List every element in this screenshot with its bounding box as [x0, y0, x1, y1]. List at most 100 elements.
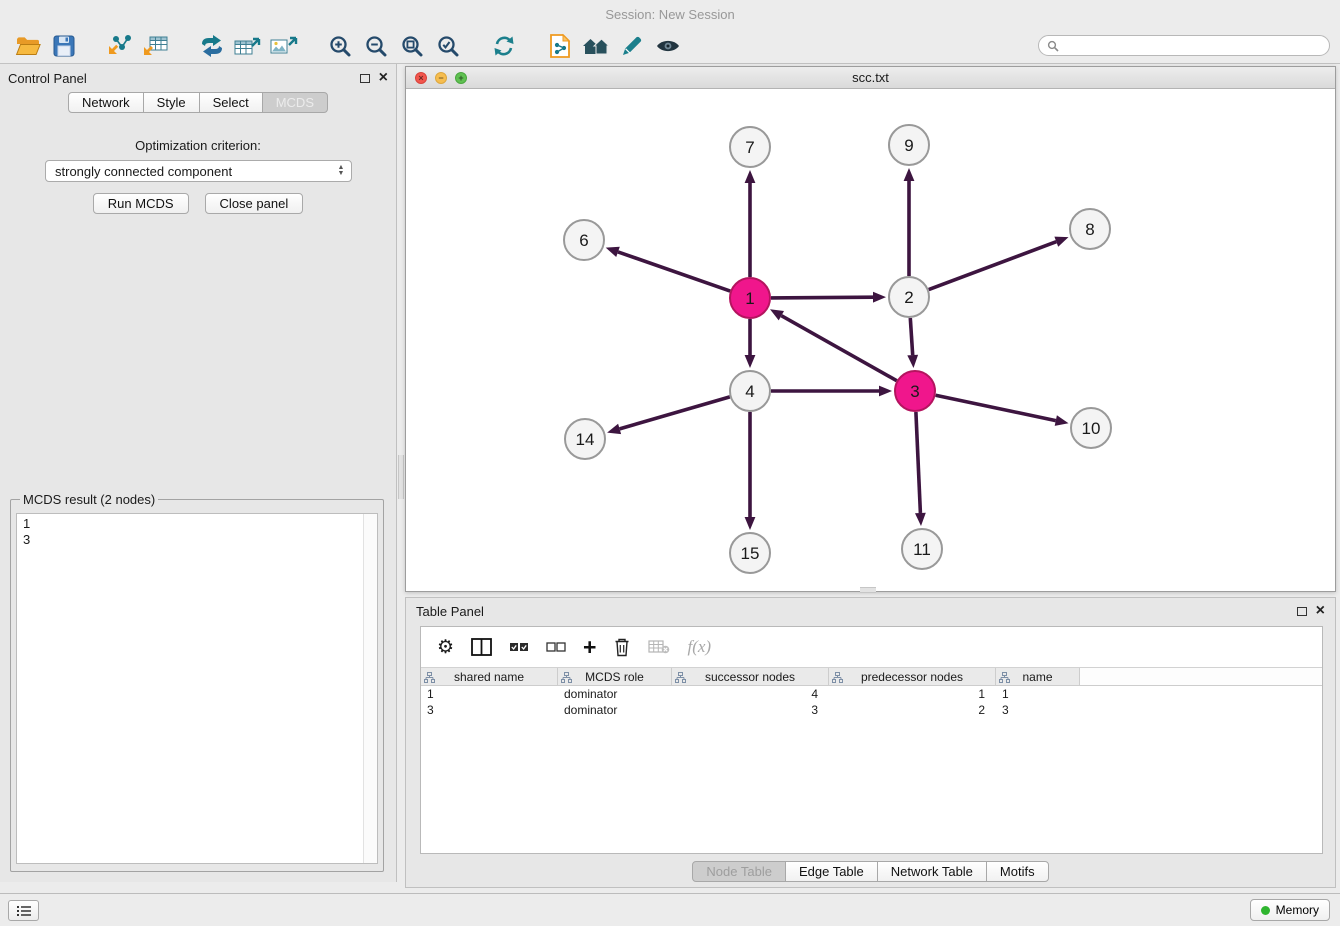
graph-node-6[interactable]: 6	[564, 220, 604, 260]
table-cell[interactable]: 1	[421, 687, 558, 701]
column-header-name[interactable]: name	[996, 668, 1080, 685]
graph-edge-2-8[interactable]	[929, 242, 1057, 290]
zoom-selected-button[interactable]	[430, 30, 466, 62]
mcds-result-title: MCDS result (2 nodes)	[20, 492, 158, 507]
zoom-out-button[interactable]	[358, 30, 394, 62]
graph-edge-3-10[interactable]	[936, 395, 1056, 420]
graph-edge-2-3[interactable]	[910, 318, 912, 355]
network-file-button[interactable]	[542, 30, 578, 62]
close-panel-button[interactable]: Close panel	[205, 193, 304, 214]
column-tree-icon	[832, 672, 843, 683]
import-network-button[interactable]	[102, 30, 138, 62]
function-builder-button-disabled[interactable]: f(x)	[687, 637, 711, 657]
table-cell[interactable]: 3	[672, 703, 829, 717]
memory-button[interactable]: Memory	[1250, 899, 1330, 921]
graph-node-14[interactable]: 14	[565, 419, 605, 459]
table-cell[interactable]: 2	[829, 703, 996, 717]
graph-edge-arrow	[745, 170, 756, 183]
open-session-button[interactable]	[10, 30, 46, 62]
table-panel-header: Table Panel ×	[406, 598, 1335, 624]
search-box[interactable]	[1038, 35, 1330, 56]
graph-node-15[interactable]: 15	[730, 533, 770, 573]
show-columns-button[interactable]	[471, 638, 492, 656]
tab-network-table[interactable]: Network Table	[877, 861, 987, 882]
table-cell[interactable]: 3	[996, 703, 1080, 717]
tab-node-table[interactable]: Node Table	[692, 861, 786, 882]
graph-node-8[interactable]: 8	[1070, 209, 1110, 249]
graph-edge-1-6[interactable]	[618, 252, 730, 291]
table-row[interactable]: 3dominator323	[421, 702, 1322, 718]
table-cell[interactable]: dominator	[558, 687, 672, 701]
save-session-button[interactable]	[46, 30, 82, 62]
column-header-predecessor-nodes[interactable]: predecessor nodes	[829, 668, 996, 685]
tab-network[interactable]: Network	[68, 92, 144, 113]
mcds-result-area[interactable]: 1 3	[16, 513, 378, 864]
session-arrows-button[interactable]	[194, 30, 230, 62]
vertical-splitter-grip[interactable]	[398, 455, 404, 499]
search-input[interactable]	[1064, 39, 1321, 53]
run-mcds-button[interactable]: Run MCDS	[93, 193, 189, 214]
close-panel-icon[interactable]: ×	[379, 72, 388, 84]
table-settings-button[interactable]: ⚙	[437, 636, 454, 659]
network-canvas-svg[interactable]: 7 9 6 8 1 2 4 3 10 14 15 11	[406, 89, 1335, 591]
result-scrollbar[interactable]	[363, 514, 377, 863]
tab-mcds[interactable]: MCDS	[262, 92, 328, 113]
graph-node-9[interactable]: 9	[889, 125, 929, 165]
graph-edge-arrow	[1054, 237, 1068, 247]
table-header-row: shared nameMCDS rolesuccessor nodesprede…	[421, 667, 1322, 686]
unselect-all-button[interactable]	[546, 640, 566, 654]
export-table-button[interactable]	[230, 30, 266, 62]
graph-node-2[interactable]: 2	[889, 277, 929, 317]
minimize-window-icon[interactable]: −	[435, 72, 447, 84]
tab-style[interactable]: Style	[143, 92, 200, 113]
close-table-panel-icon[interactable]: ×	[1316, 605, 1325, 617]
graph-edge-4-14[interactable]	[620, 397, 730, 429]
task-history-button[interactable]	[8, 900, 39, 921]
delete-table-button-disabled[interactable]	[648, 640, 670, 654]
column-header-successor-nodes[interactable]: successor nodes	[672, 668, 829, 685]
delete-column-button[interactable]	[613, 637, 631, 657]
table-cell[interactable]: 1	[829, 687, 996, 701]
zoom-fit-button[interactable]	[394, 30, 430, 62]
style-brush-button[interactable]	[614, 30, 650, 62]
table-cell[interactable]: 1	[996, 687, 1080, 701]
graph-node-11[interactable]: 11	[902, 529, 942, 569]
close-window-icon[interactable]: ×	[415, 72, 427, 84]
select-all-button[interactable]	[509, 640, 529, 654]
graph-node-7[interactable]: 7	[730, 127, 770, 167]
float-table-panel-icon[interactable]	[1297, 607, 1307, 616]
column-header-MCDS-role[interactable]: MCDS role	[558, 668, 672, 685]
window-title: Session: New Session	[605, 7, 734, 22]
graph-edge-3-11[interactable]	[916, 412, 921, 513]
table-cell[interactable]: 4	[672, 687, 829, 701]
tab-edge-table[interactable]: Edge Table	[785, 861, 878, 882]
graph-node-4[interactable]: 4	[730, 371, 770, 411]
float-panel-icon[interactable]	[360, 74, 370, 83]
import-table-button[interactable]	[138, 30, 174, 62]
graph-node-3[interactable]: 3	[895, 371, 935, 411]
add-column-button[interactable]: +	[583, 638, 596, 656]
tab-select[interactable]: Select	[199, 92, 263, 113]
tab-motifs[interactable]: Motifs	[986, 861, 1049, 882]
table-cell[interactable]: 3	[421, 703, 558, 717]
horizontal-splitter-grip[interactable]	[860, 587, 876, 593]
graph-node-10[interactable]: 10	[1071, 408, 1111, 448]
brush-icon	[619, 34, 645, 58]
trash-icon	[613, 637, 631, 657]
graph-edge-1-2[interactable]	[771, 297, 873, 298]
control-tabs: NetworkStyleSelectMCDS	[0, 92, 396, 113]
table-row[interactable]: 1dominator411	[421, 686, 1322, 702]
show-hide-button[interactable]	[650, 30, 686, 62]
maximize-window-icon[interactable]: +	[455, 72, 467, 84]
graph-edge-3-1[interactable]	[781, 316, 896, 381]
main-toolbar	[0, 28, 1340, 64]
column-header-shared-name[interactable]: shared name	[421, 668, 558, 685]
export-image-button[interactable]	[266, 30, 302, 62]
home-networks-button[interactable]	[578, 30, 614, 62]
refresh-button[interactable]	[486, 30, 522, 62]
graph-edge-arrow	[879, 386, 892, 397]
table-cell[interactable]: dominator	[558, 703, 672, 717]
criterion-dropdown[interactable]: strongly connected component ▲▼	[45, 160, 352, 182]
zoom-in-button[interactable]	[322, 30, 358, 62]
graph-node-1[interactable]: 1	[730, 278, 770, 318]
